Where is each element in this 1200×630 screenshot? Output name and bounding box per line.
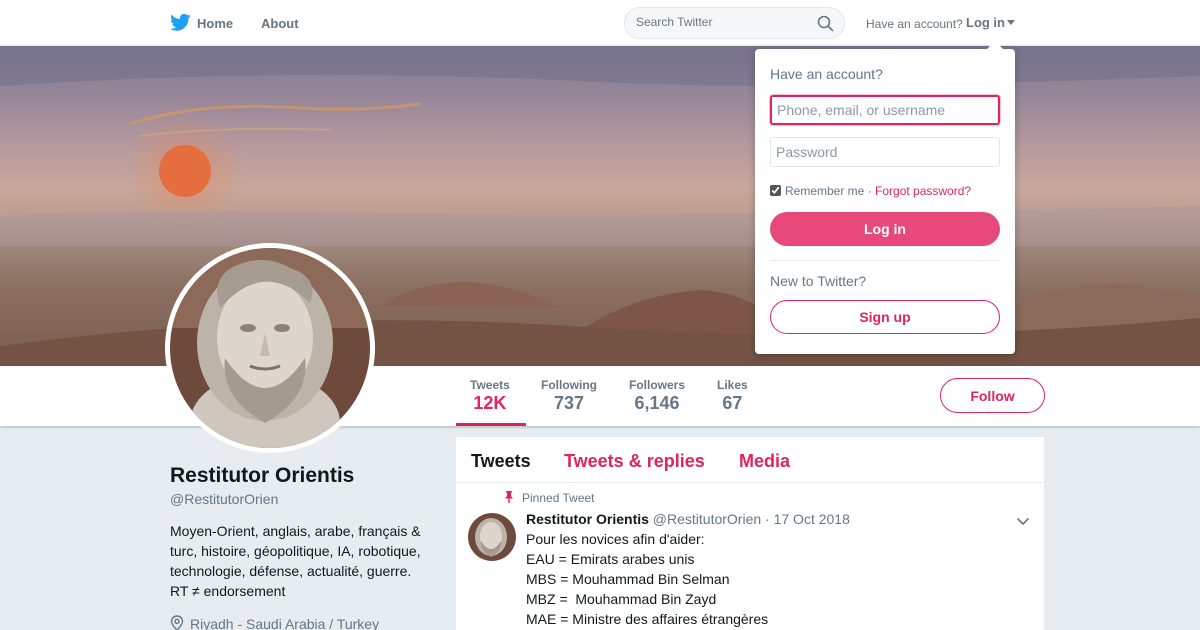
stat-label: Tweets (470, 378, 510, 392)
search-input[interactable] (636, 15, 806, 29)
tweet-text: Pour les novices afin d'aider: EAU = Emi… (526, 531, 769, 627)
nav-about-link[interactable]: About (261, 16, 299, 31)
profile-bio: Moyen-Orient, anglais, arabe, français &… (170, 523, 421, 599)
pinned-tweet-label: Pinned Tweet (504, 491, 595, 505)
location-pin-icon (170, 615, 184, 630)
forgot-password-link[interactable]: Forgot password? (875, 184, 971, 198)
avatar-bust-image (170, 248, 370, 448)
stat-value: 6,146 (634, 393, 680, 413)
search-box (624, 7, 845, 39)
caret-down-icon (1007, 20, 1015, 25)
login-menu-toggle[interactable]: Log in (966, 15, 1015, 30)
tweet-avatar-image (468, 513, 516, 561)
follow-button[interactable]: Follow (940, 378, 1045, 413)
tweet-avatar[interactable] (468, 513, 516, 561)
login-dropdown: Have an account? Remember me · Forgot pa… (755, 41, 1015, 354)
dropdown-arrow (987, 41, 1003, 49)
remember-me-checkbox[interactable] (770, 185, 781, 196)
location-text: Riyadh - Saudi Arabia / Turkey (190, 616, 380, 630)
stat-value: 737 (553, 393, 585, 413)
separator-dot: · (864, 184, 876, 198)
profile-name[interactable]: Restitutor Orientis (170, 464, 354, 488)
stat-label: Likes (717, 378, 748, 392)
dropdown-divider (770, 260, 1000, 261)
stat-value: 12K (473, 393, 507, 413)
chevron-down-icon[interactable] (1016, 514, 1030, 528)
have-account-text: Have an account? (866, 17, 963, 31)
timeline: Tweets Tweets & replies Media Pinned Twe… (456, 437, 1044, 630)
tweet-meta[interactable]: @RestitutorOrien · 17 Oct 2018 (653, 511, 850, 527)
stat-likes[interactable]: Likes 67 (717, 378, 748, 414)
username-field[interactable] (770, 95, 1000, 125)
login-toggle-label: Log in (966, 15, 1005, 30)
nav-home-link[interactable]: Home (197, 16, 233, 31)
dropdown-title: Have an account? (770, 66, 883, 82)
stat-label: Followers (629, 378, 686, 392)
stat-label: Following (541, 378, 597, 392)
stat-followers[interactable]: Followers 6,146 (629, 378, 685, 414)
tweet-author-name[interactable]: Restitutor Orientis (526, 511, 649, 527)
profile-avatar[interactable] (165, 243, 375, 453)
tab-media[interactable]: Media (739, 451, 790, 472)
remember-row: Remember me · Forgot password? (770, 184, 971, 198)
active-stat-underline (456, 423, 526, 426)
pushpin-icon (505, 491, 513, 503)
tab-tweets-replies[interactable]: Tweets & replies (564, 451, 705, 472)
signup-button[interactable]: Sign up (770, 300, 1000, 334)
profile-location: Riyadh - Saudi Arabia / Turkey (170, 615, 379, 630)
pinned-text: Pinned Tweet (522, 491, 595, 505)
tweet-header: Restitutor Orientis @RestitutorOrien · 1… (526, 511, 850, 527)
stat-following[interactable]: Following 737 (541, 378, 597, 414)
search-icon[interactable] (817, 15, 834, 32)
remember-me-label[interactable]: Remember me (785, 184, 864, 198)
top-nav: Home About Have an account? Log in (0, 0, 1200, 46)
timeline-tabs: Tweets Tweets & replies Media (456, 437, 1044, 483)
new-to-twitter-text: New to Twitter? (770, 273, 867, 289)
stat-value: 67 (722, 393, 743, 413)
password-field[interactable] (770, 137, 1000, 167)
profile-handle: @RestitutorOrien (170, 491, 279, 507)
tab-tweets[interactable]: Tweets (471, 451, 531, 472)
stat-tweets[interactable]: Tweets 12K (470, 378, 510, 414)
login-button[interactable]: Log in (770, 212, 1000, 246)
twitter-bird-icon[interactable] (170, 13, 191, 32)
